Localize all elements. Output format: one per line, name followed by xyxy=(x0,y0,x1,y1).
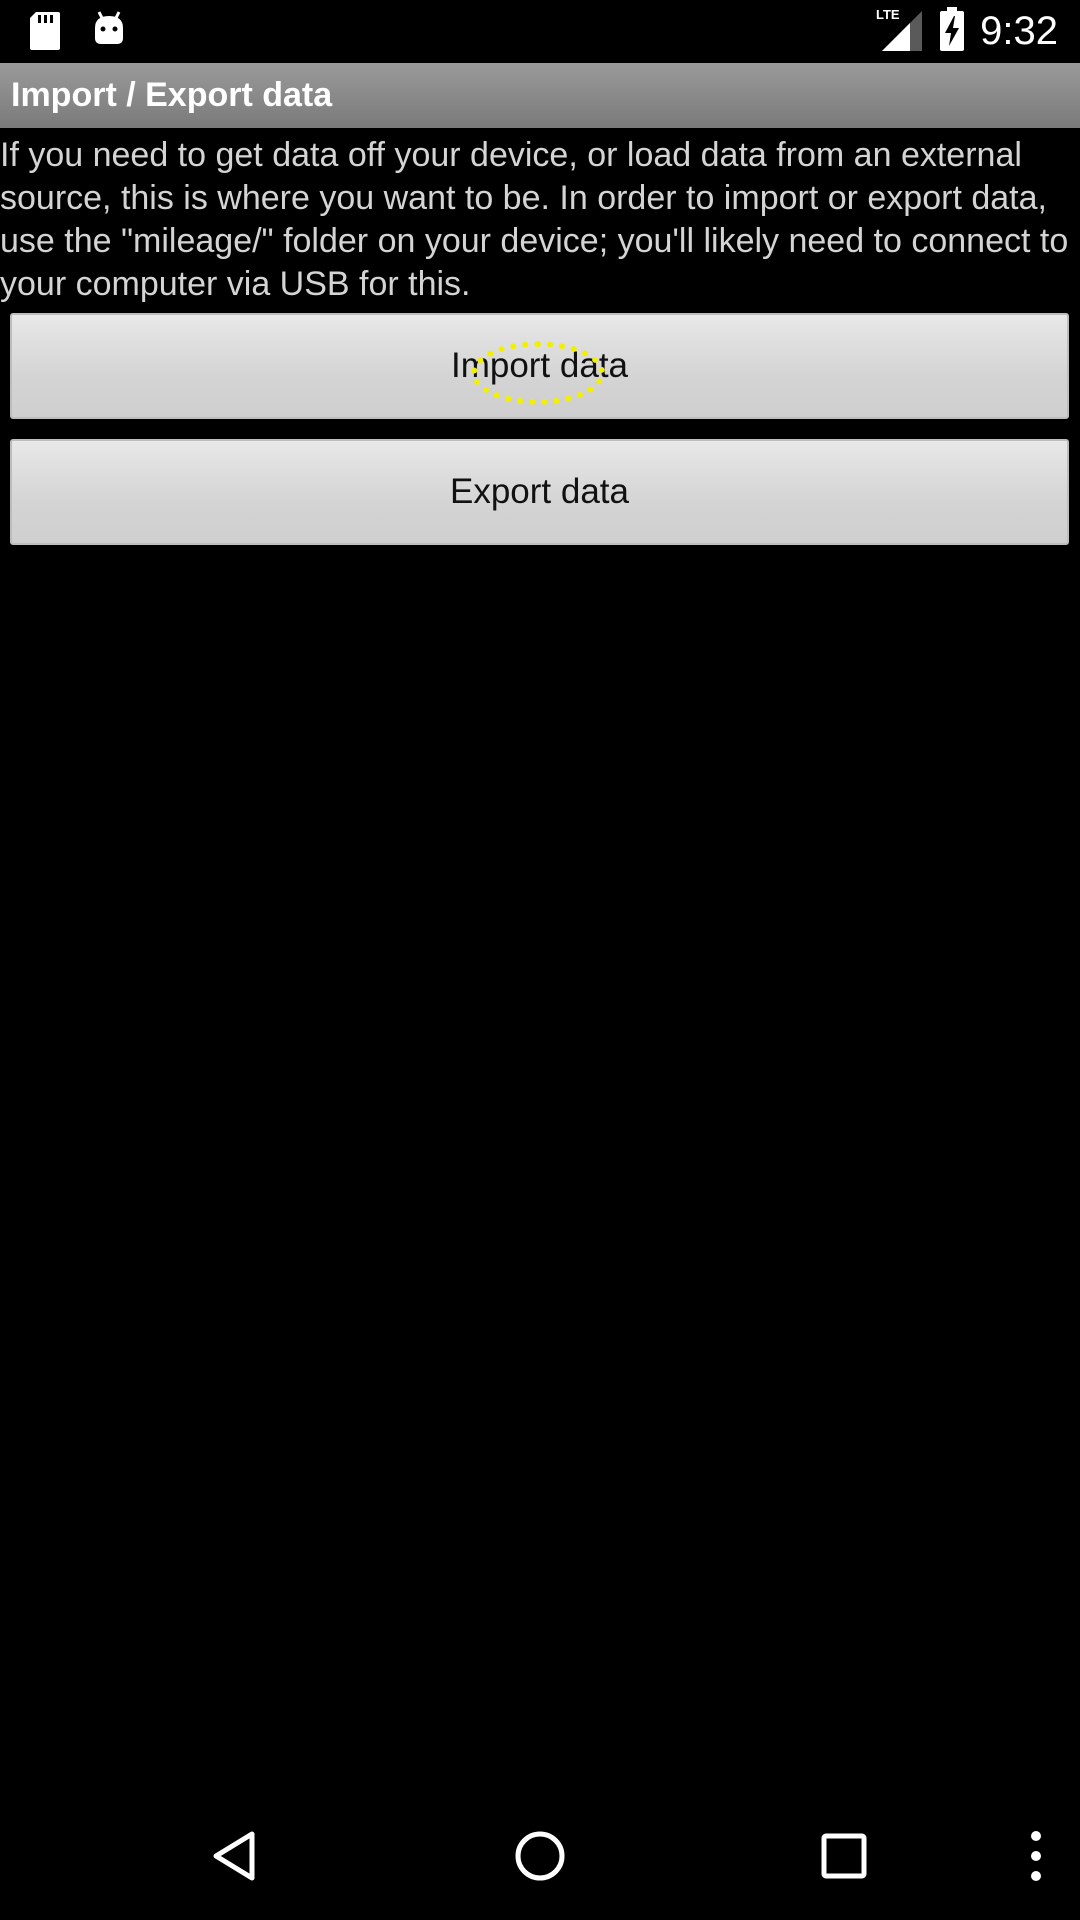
export-data-button[interactable]: Export data xyxy=(10,439,1069,545)
description-text: If you need to get data off your device,… xyxy=(0,136,1069,303)
title-bar: Import / Export data xyxy=(0,63,1080,128)
import-data-button[interactable]: Import data xyxy=(10,313,1069,419)
status-clock: 9:32 xyxy=(980,8,1058,53)
import-data-label: Import data xyxy=(450,346,629,385)
recents-icon[interactable] xyxy=(808,1820,880,1892)
lte-signal-icon: LTE xyxy=(876,5,924,57)
page-title: Import / Export data xyxy=(11,76,333,114)
svg-text:LTE: LTE xyxy=(876,7,900,22)
navigation-bar xyxy=(0,1792,1080,1920)
export-data-label: Export data xyxy=(450,472,629,511)
sd-card-icon xyxy=(28,10,62,56)
status-right-icons: LTE 9:32 xyxy=(876,6,1058,56)
overflow-menu-icon[interactable] xyxy=(1000,1820,1072,1892)
status-bar: LTE 9:32 xyxy=(0,0,1080,63)
home-icon[interactable] xyxy=(504,1820,576,1892)
android-debug-icon xyxy=(92,10,126,56)
screen: LTE 9:32 Import / Export data If you nee… xyxy=(0,0,1080,1920)
back-icon[interactable] xyxy=(200,1820,272,1892)
battery-charging-icon xyxy=(938,6,966,56)
status-left-icons xyxy=(28,10,126,56)
